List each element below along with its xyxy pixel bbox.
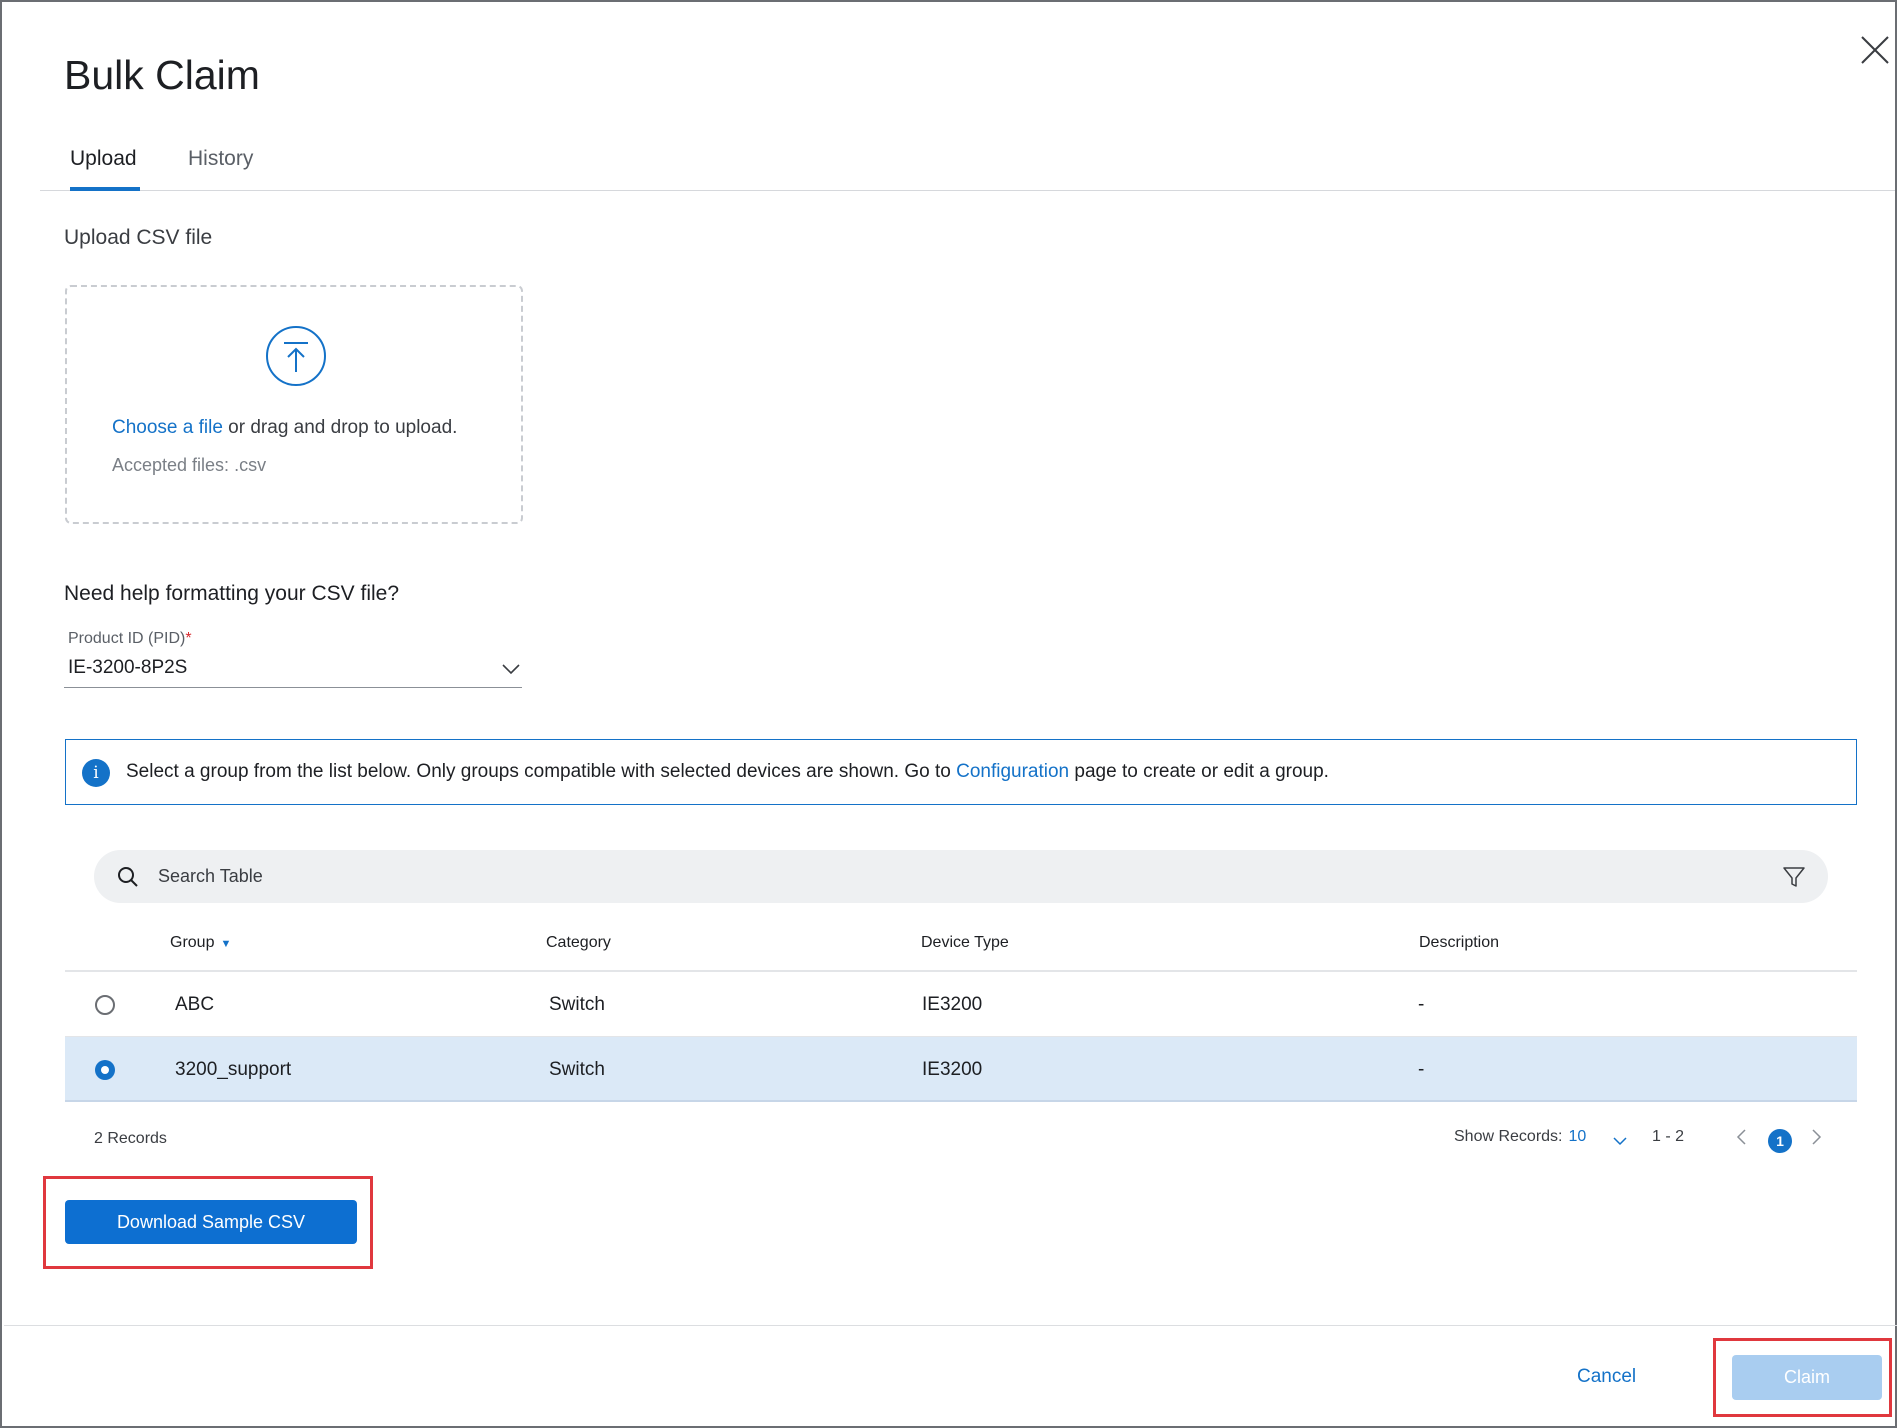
pid-label-text: Product ID (PID) bbox=[68, 630, 186, 647]
pid-selected-value: IE-3200-8P2S bbox=[68, 657, 188, 678]
cell-category: Switch bbox=[549, 1059, 605, 1080]
column-header-description[interactable]: Description bbox=[1419, 934, 1499, 952]
show-records: Show Records: 10 bbox=[1454, 1128, 1586, 1146]
page-number-current[interactable]: 1 bbox=[1768, 1129, 1792, 1153]
dialog-title: Bulk Claim bbox=[64, 52, 260, 98]
cell-description: - bbox=[1418, 994, 1425, 1015]
cancel-button[interactable]: Cancel bbox=[1577, 1366, 1636, 1388]
info-banner: i Select a group from the list below. On… bbox=[65, 739, 1857, 805]
show-records-value[interactable]: 10 bbox=[1569, 1128, 1587, 1145]
chevron-right-icon[interactable] bbox=[1808, 1127, 1824, 1147]
file-dropzone[interactable]: Choose a file or drag and drop to upload… bbox=[65, 285, 523, 524]
pid-label: Product ID (PID)* bbox=[68, 630, 192, 648]
info-icon: i bbox=[82, 759, 110, 787]
row-radio[interactable] bbox=[95, 1060, 115, 1080]
column-header-device-type[interactable]: Device Type bbox=[921, 934, 1009, 952]
group-header-label: Group bbox=[170, 934, 215, 951]
choose-file-link[interactable]: Choose a file bbox=[112, 417, 223, 438]
groups-table: Group ▼ Category Device Type Description … bbox=[65, 917, 1857, 1102]
cell-category: Switch bbox=[549, 994, 605, 1015]
bulk-claim-dialog: Bulk Claim Upload History Upload CSV fil… bbox=[0, 0, 1897, 1428]
column-header-category[interactable]: Category bbox=[546, 934, 611, 952]
drop-text: or drag and drop to upload. bbox=[222, 417, 458, 438]
download-sample-csv-button[interactable]: Download Sample CSV bbox=[65, 1200, 357, 1244]
dropzone-instructions: Choose a file or drag and drop to upload… bbox=[112, 417, 457, 439]
page-range: 1 - 2 bbox=[1652, 1128, 1685, 1145]
search-icon bbox=[118, 867, 138, 887]
table-header: Group ▼ Category Device Type Description bbox=[65, 917, 1857, 972]
info-text-before: Select a group from the list below. Only… bbox=[126, 761, 957, 782]
close-button[interactable] bbox=[1857, 32, 1893, 68]
table-row[interactable]: ABC Switch IE3200 - bbox=[65, 972, 1857, 1037]
tab-upload[interactable]: Upload bbox=[70, 147, 140, 191]
cell-group: ABC bbox=[175, 994, 215, 1015]
records-count: 2 Records bbox=[94, 1130, 167, 1147]
cell-group: 3200_support bbox=[175, 1059, 292, 1080]
cell-description: - bbox=[1418, 1059, 1425, 1080]
column-header-group[interactable]: Group ▼ bbox=[170, 934, 231, 952]
close-icon bbox=[1861, 36, 1889, 64]
search-input[interactable] bbox=[158, 850, 1738, 903]
search-bar bbox=[94, 850, 1828, 903]
footer-divider bbox=[4, 1325, 1897, 1326]
cell-device-type: IE3200 bbox=[922, 1059, 983, 1080]
configuration-link[interactable]: Configuration bbox=[956, 761, 1069, 782]
info-text-after: page to create or edit a group. bbox=[1069, 761, 1329, 782]
row-radio[interactable] bbox=[95, 995, 115, 1015]
required-mark: * bbox=[185, 630, 192, 647]
show-records-label: Show Records: bbox=[1454, 1128, 1563, 1145]
tab-bar: Upload History bbox=[40, 147, 1895, 191]
sort-desc-icon: ▼ bbox=[220, 938, 232, 950]
info-banner-text: Select a group from the list below. Only… bbox=[126, 761, 1329, 783]
chevron-left-icon[interactable] bbox=[1734, 1127, 1750, 1147]
filter-icon[interactable] bbox=[1782, 865, 1806, 889]
tab-history[interactable]: History bbox=[188, 147, 253, 191]
claim-button[interactable]: Claim bbox=[1732, 1355, 1882, 1400]
chevron-down-icon[interactable] bbox=[1612, 1133, 1628, 1149]
upload-icon bbox=[266, 326, 326, 386]
chevron-down-icon bbox=[502, 664, 520, 675]
accepted-files-note: Accepted files: .csv bbox=[112, 455, 267, 475]
upload-section-label: Upload CSV file bbox=[64, 226, 213, 249]
cell-device-type: IE3200 bbox=[922, 994, 983, 1015]
table-row[interactable]: 3200_support Switch IE3200 - bbox=[65, 1037, 1857, 1102]
csv-help-title: Need help formatting your CSV file? bbox=[64, 582, 400, 605]
pid-select[interactable]: IE-3200-8P2S bbox=[64, 654, 522, 688]
